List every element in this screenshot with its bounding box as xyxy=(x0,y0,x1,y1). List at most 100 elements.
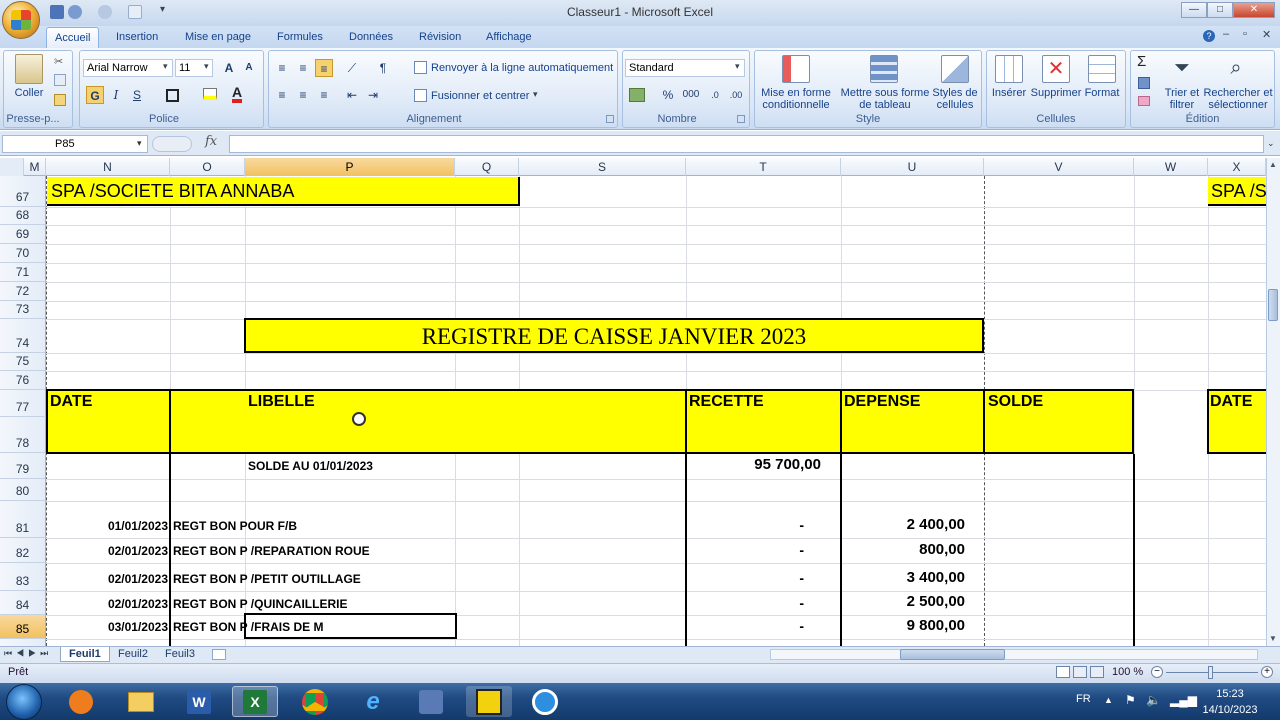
tab-insertion[interactable]: Insertion xyxy=(108,27,166,48)
horizontal-scroll-thumb[interactable] xyxy=(900,649,1005,660)
zoom-slider-thumb[interactable] xyxy=(1208,666,1213,679)
action-center-icon[interactable]: ⚑ xyxy=(1125,693,1136,707)
format-painter-icon[interactable] xyxy=(54,94,66,106)
row-header-75[interactable]: 75 xyxy=(0,353,46,371)
entry-date[interactable]: 01/01/2023 xyxy=(50,519,168,533)
row-header-79[interactable]: 79 xyxy=(0,453,46,479)
row-header-81[interactable]: 81 xyxy=(0,501,46,538)
tab-formules[interactable]: Formules xyxy=(269,27,331,48)
row-header-74[interactable]: 74 xyxy=(0,319,46,353)
language-indicator[interactable]: FR xyxy=(1076,693,1091,705)
col-header-O[interactable]: O xyxy=(170,158,245,176)
find-select-icon[interactable]: ⌕ xyxy=(1222,55,1250,83)
scroll-down-icon[interactable]: ▼ xyxy=(1269,634,1277,643)
close-button[interactable]: ✕ xyxy=(1233,2,1275,18)
col-header-P[interactable]: P xyxy=(245,158,455,176)
zoom-in-icon[interactable]: + xyxy=(1261,666,1273,678)
clock-time[interactable]: 15:23 xyxy=(1200,688,1260,700)
zoom-out-icon[interactable]: − xyxy=(1151,666,1163,678)
number-format-select[interactable]: Standard xyxy=(625,59,745,77)
entry-libelle[interactable]: REGT BON P /PETIT OUTILLAGE xyxy=(173,572,361,586)
header-depense[interactable]: DEPENSE xyxy=(844,393,920,411)
maximize-button[interactable]: □ xyxy=(1207,2,1233,18)
entry-depense[interactable]: 2 400,00 xyxy=(845,516,965,533)
autosum-icon[interactable]: Σ xyxy=(1137,53,1146,70)
entry-depense[interactable]: 9 800,00 xyxy=(845,617,965,634)
align-bottom-icon[interactable]: ≡ xyxy=(315,59,333,77)
shrink-font-icon[interactable]: A xyxy=(240,59,258,77)
entry-date[interactable]: 03/01/2023 xyxy=(50,620,168,634)
row-header-82[interactable]: 82 xyxy=(0,538,46,563)
row-header-71[interactable]: 71 xyxy=(0,263,46,282)
currency-icon[interactable] xyxy=(629,88,645,102)
col-header-M[interactable]: M xyxy=(24,158,46,176)
sheet-tab-feuil3[interactable]: Feuil3 xyxy=(157,647,203,662)
header-libelle[interactable]: LIBELLE xyxy=(248,393,315,411)
volume-icon[interactable]: 🔈 xyxy=(1146,693,1161,707)
increase-decimal-icon[interactable]: .0 xyxy=(706,86,724,104)
formula-input[interactable] xyxy=(229,135,1264,153)
fill-icon[interactable] xyxy=(1138,77,1150,89)
grow-font-icon[interactable]: A xyxy=(220,59,238,77)
wrap-text-button[interactable]: Renvoyer à la ligne automatiquement xyxy=(431,62,613,74)
format-button[interactable]: Format xyxy=(1080,87,1124,99)
col-header-N[interactable]: N xyxy=(46,158,170,176)
clear-icon[interactable] xyxy=(1138,96,1150,106)
media-player-taskbar-icon[interactable] xyxy=(58,686,104,717)
page-layout-icon[interactable] xyxy=(1073,666,1087,678)
align-top-icon[interactable]: ≡ xyxy=(273,59,291,77)
opening-balance-recette[interactable]: 95 700,00 xyxy=(690,456,821,473)
insert-button[interactable]: Insérer xyxy=(988,87,1030,99)
row-header-73[interactable]: 73 xyxy=(0,301,46,319)
align-center-icon[interactable]: ≡ xyxy=(294,86,312,104)
row-header-84[interactable]: 84 xyxy=(0,591,46,615)
entry-recette[interactable]: - xyxy=(690,618,804,634)
delete-button[interactable]: Supprimer xyxy=(1030,87,1082,99)
word-taskbar-icon[interactable]: W xyxy=(176,686,222,717)
company-name-cell-right[interactable]: SPA /S xyxy=(1208,177,1266,206)
col-header-T[interactable]: T xyxy=(686,158,841,176)
row-header-69[interactable]: 69 xyxy=(0,225,46,244)
col-header-X[interactable]: X xyxy=(1208,158,1266,176)
entry-depense[interactable]: 3 400,00 xyxy=(845,569,965,586)
chrome-taskbar-icon[interactable] xyxy=(292,686,338,717)
row-header-78[interactable]: 78 xyxy=(0,417,46,453)
cut-icon[interactable]: ✂ xyxy=(54,55,66,68)
tray-expand-icon[interactable]: ▲ xyxy=(1104,695,1113,705)
font-size-dropdown-icon[interactable]: ▾ xyxy=(204,61,209,72)
merge-center-button[interactable]: Fusionner et centrer xyxy=(431,90,529,102)
number-format-dropdown-icon[interactable]: ▾ xyxy=(735,61,740,72)
formula-expand-icon[interactable]: ⌄ xyxy=(1267,138,1275,149)
conditional-format-icon[interactable] xyxy=(782,55,810,83)
entry-recette[interactable]: - xyxy=(690,570,804,586)
text-direction-icon[interactable]: ¶ xyxy=(374,59,392,77)
normal-view-icon[interactable] xyxy=(1056,666,1070,678)
company-name-cell[interactable]: SPA /SOCIETE BITA ANNABA xyxy=(47,177,520,206)
row-header-85[interactable]: 85 xyxy=(0,615,46,639)
ie-taskbar-icon[interactable]: e xyxy=(350,686,396,717)
select-all-corner[interactable] xyxy=(0,158,24,176)
zoom-level[interactable]: 100 % xyxy=(1112,666,1143,678)
font-name-dropdown-icon[interactable]: ▾ xyxy=(163,61,168,72)
header-date-right[interactable]: DATE xyxy=(1210,393,1252,411)
format-cells-icon[interactable] xyxy=(1088,55,1116,83)
borders-icon[interactable] xyxy=(166,89,179,102)
format-as-table-button[interactable]: Mettre sous forme de tableau xyxy=(838,87,932,111)
font-name-select[interactable]: Arial Narrow xyxy=(83,59,173,77)
fx-icon[interactable]: fx xyxy=(205,134,217,149)
opening-balance-label[interactable]: SOLDE AU 01/01/2023 xyxy=(248,459,373,473)
align-middle-icon[interactable]: ≡ xyxy=(294,59,312,77)
network-icon[interactable]: ▂▄▆ xyxy=(1170,693,1197,707)
header-solde[interactable]: SOLDE xyxy=(988,393,1043,411)
entry-date[interactable]: 02/01/2023 xyxy=(50,544,168,558)
col-header-U[interactable]: U xyxy=(841,158,984,176)
entry-libelle[interactable]: REGT BON P /FRAIS DE M xyxy=(173,620,453,634)
row-header-86[interactable] xyxy=(0,639,46,646)
header-date[interactable]: DATE xyxy=(50,393,92,411)
register-title-cell[interactable]: REGISTRE DE CAISSE JANVIER 2023 xyxy=(244,318,984,353)
ribbon-restore-icon[interactable]: ▫ xyxy=(1243,28,1247,40)
underline-button[interactable]: S xyxy=(128,86,146,104)
col-header-W[interactable]: W xyxy=(1134,158,1208,176)
paste-button[interactable]: Coller xyxy=(10,87,48,99)
office-button[interactable] xyxy=(2,1,40,39)
